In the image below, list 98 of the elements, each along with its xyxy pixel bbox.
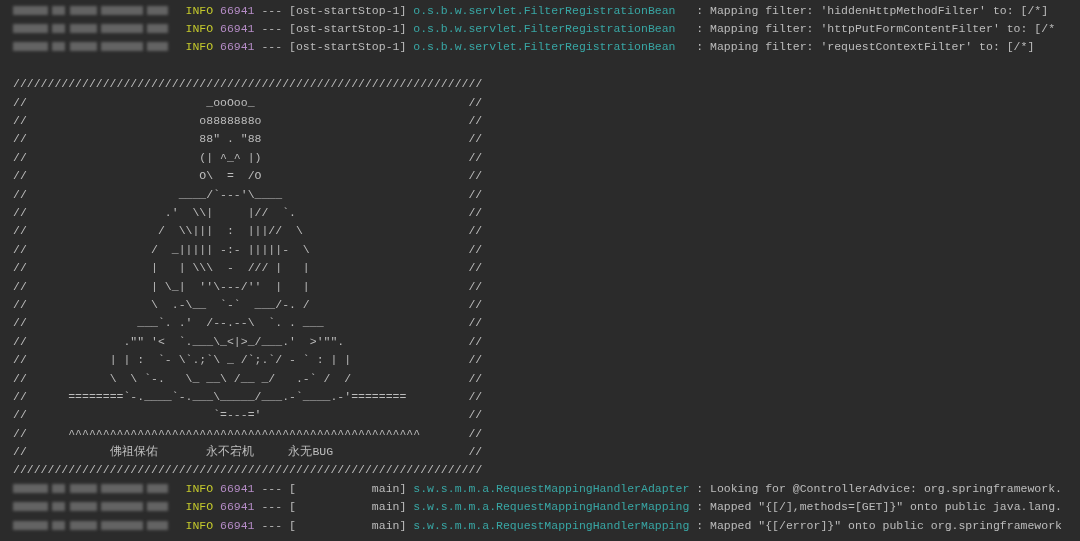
thread-name: [ost-startStop-1] xyxy=(289,3,407,17)
banner-art-line: ========`-.____`-.___\_____/___.-`____.-'======== xyxy=(67,389,408,403)
banner-border: //////////////////////////////////////////////////////////////////// xyxy=(13,463,483,477)
thread-name: [ main] xyxy=(289,518,407,532)
banner-border: // xyxy=(13,132,27,146)
banner-art-line: .' \\| |// `. xyxy=(163,206,297,219)
banner-border: // xyxy=(13,114,27,128)
banner-border: // xyxy=(468,206,483,219)
banner-border: // xyxy=(468,242,483,256)
log-level: INFO xyxy=(185,481,214,495)
log-message: : Mapping filter: 'requestContextFilter' to: [/*] xyxy=(696,40,1035,54)
log-level: INFO xyxy=(185,3,214,17)
log-message: : Mapped "{[/],methods=[GET]}" onto public java.lang. xyxy=(696,500,1062,514)
banner-border: // xyxy=(468,224,483,238)
banner-border: // xyxy=(468,353,483,367)
banner-border: // xyxy=(468,187,483,201)
log-level: INFO xyxy=(185,518,214,532)
banner-art-line: O\ = /O xyxy=(198,169,263,183)
banner-border: // xyxy=(13,371,27,385)
thread-name: [ main] xyxy=(289,481,407,495)
process-id: 66941 xyxy=(220,40,255,54)
banner-border: // xyxy=(13,426,27,440)
process-id: 66941 xyxy=(220,500,255,514)
log-message: : Mapped "{[/error]}" onto public org.springframework xyxy=(696,518,1062,532)
banner-border: // xyxy=(468,150,483,164)
banner-border: // xyxy=(13,297,27,311)
thread-name: [ost-startStop-1] xyxy=(289,40,407,54)
logger-name: s.w.s.m.m.a.RequestMappingHandlerMapping xyxy=(413,518,690,532)
banner-border: // xyxy=(13,389,27,403)
banner-border: // xyxy=(13,169,27,183)
banner-border: // xyxy=(468,408,483,422)
banner-border: // xyxy=(468,132,483,146)
separator-text: --- xyxy=(261,518,283,532)
logger-name: s.w.s.m.m.a.RequestMappingHandlerAdapter xyxy=(413,481,690,495)
banner-art-line: / \\||| : |||// \ xyxy=(156,224,304,238)
log-level: INFO xyxy=(185,500,214,514)
banner-art-line: 88" . "88 xyxy=(198,132,263,146)
banner-art-line: ___`. .' /--.--\ `. . ___ xyxy=(136,316,325,330)
banner-art-line: ."" '< `.___\_<|>_/___.' >'"". xyxy=(122,334,346,348)
banner-art-line: \ .-\__ `-` ___/-. / xyxy=(150,297,311,311)
process-id: 66941 xyxy=(220,518,255,532)
separator-text: --- xyxy=(261,500,283,514)
banner-border: // xyxy=(468,169,483,183)
banner-border: // xyxy=(13,224,27,238)
banner-art-line: | \_| ''\---/'' | | xyxy=(150,279,311,293)
process-id: 66941 xyxy=(220,3,255,17)
banner-border: // xyxy=(13,95,27,109)
banner-border: // xyxy=(13,150,27,164)
banner-art-line: | | : `- \`.;`\ _ /`;.`/ - ` : | | xyxy=(108,353,353,367)
banner-art-line: (| ^_^ |) xyxy=(198,150,263,164)
banner-border: // xyxy=(13,445,27,459)
log-level: INFO xyxy=(185,22,214,36)
logger-name: s.w.s.m.m.a.RequestMappingHandlerMapping xyxy=(413,500,690,514)
separator-text: --- xyxy=(261,40,283,54)
banner-art-line: / _||||| -:- |||||- \ xyxy=(150,242,311,256)
separator-text: --- xyxy=(261,22,283,36)
banner-art-line: `=---=' xyxy=(212,408,263,422)
banner-art-line: \ \ `-. \_ __\ /__ _/ .-` / / xyxy=(108,371,353,385)
thread-name: [ main] xyxy=(289,500,407,514)
banner-border: // xyxy=(468,334,483,348)
banner-border: // xyxy=(468,371,483,385)
thread-name: [ost-startStop-1] xyxy=(289,22,407,36)
separator-text: --- xyxy=(261,481,283,495)
banner-border: // xyxy=(13,261,27,275)
banner-art-line: ^^^^^^^^^^^^^^^^^^^^^^^^^^^^^^^^^^^^^^^^^^^^^^^^^^^ xyxy=(67,426,422,440)
banner-art-line: | | \\\ - /// | | xyxy=(150,261,311,275)
log-message: : Mapping filter: 'httpPutFormContentFilter' to: [/* xyxy=(696,22,1056,36)
banner-border: // xyxy=(13,206,27,219)
separator-text: --- xyxy=(261,3,283,17)
banner-border: // xyxy=(13,279,27,293)
banner-border: // xyxy=(468,445,483,459)
banner-art-line: 佛祖保佑 永不宕机 永无BUG xyxy=(108,444,335,460)
banner-border: // xyxy=(468,114,483,128)
banner-border: // xyxy=(13,353,27,367)
banner-border: // xyxy=(468,95,483,109)
logger-name: o.s.b.w.servlet.FilterRegistrationBean xyxy=(413,40,677,54)
banner-border: // xyxy=(468,279,483,293)
banner-border: //////////////////////////////////////////////////////////////////// xyxy=(13,77,483,91)
logger-name: o.s.b.w.servlet.FilterRegistrationBean xyxy=(413,22,677,36)
banner-art-line: o8888888o xyxy=(198,114,263,128)
log-message: : Looking for @ControllerAdvice: org.springframework. xyxy=(696,481,1062,495)
banner-border: // xyxy=(13,187,27,201)
log-message: : Mapping filter: 'hiddenHttpMethodFilter' to: [/*] xyxy=(696,3,1049,17)
process-id: 66941 xyxy=(220,481,255,495)
banner-border: // xyxy=(468,261,483,275)
banner-border: // xyxy=(13,316,27,330)
banner-border: // xyxy=(468,297,483,311)
banner-border: // xyxy=(468,389,483,403)
banner-border: // xyxy=(13,408,27,422)
process-id: 66941 xyxy=(220,22,255,36)
banner-border: // xyxy=(468,316,483,330)
log-level: INFO xyxy=(185,40,214,54)
banner-art-line: _ooOoo_ xyxy=(205,95,256,109)
banner-border: // xyxy=(13,242,27,256)
logger-name: o.s.b.w.servlet.FilterRegistrationBean xyxy=(413,3,677,17)
banner-art-line: ____/`---'\____ xyxy=(177,187,284,201)
banner-border: // xyxy=(468,426,483,440)
banner-border: // xyxy=(13,334,27,348)
